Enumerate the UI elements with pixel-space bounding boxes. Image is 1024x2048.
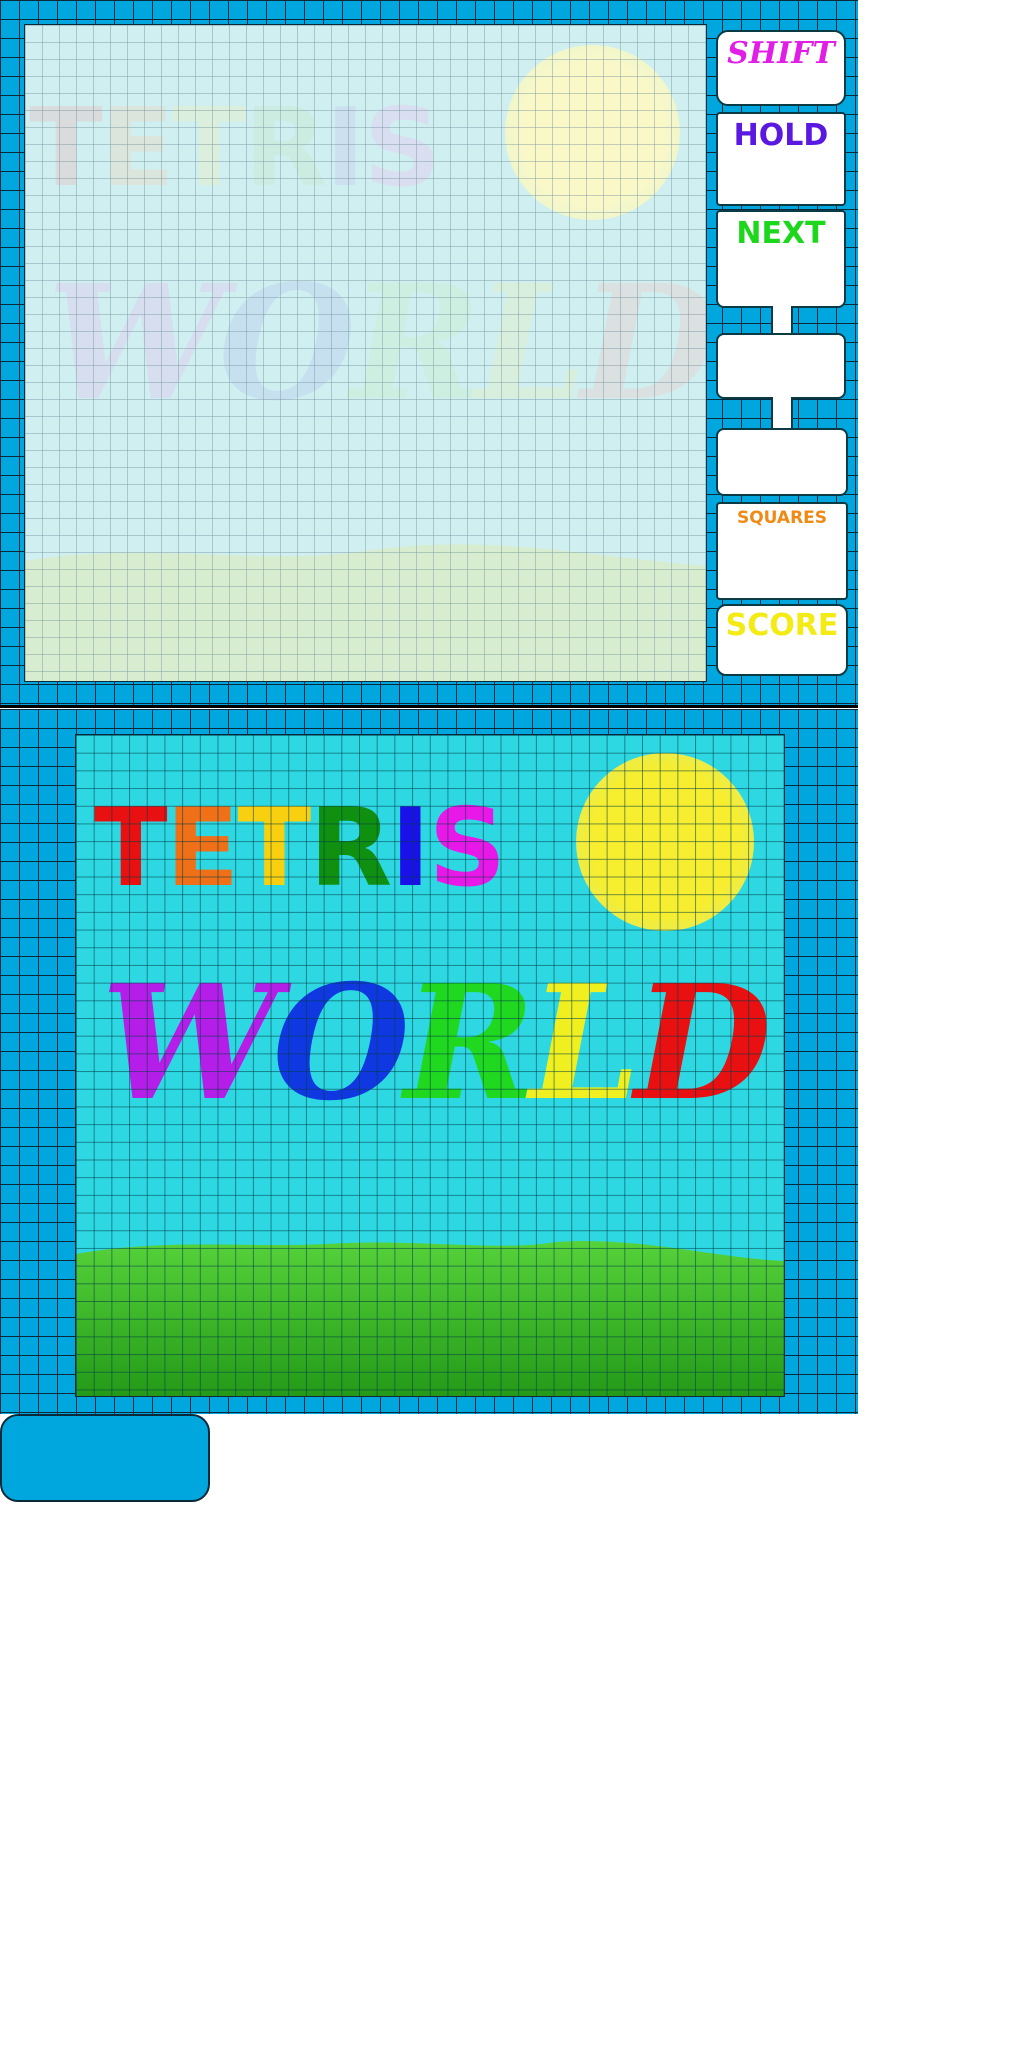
title-tetris-faded: TETRIS — [29, 86, 441, 211]
title-letter: T — [237, 786, 311, 911]
title-letter: R — [350, 251, 481, 436]
title-letter: W — [47, 251, 224, 436]
squares-box: SQUARES — [716, 502, 848, 600]
shift-button[interactable]: SHIFT — [716, 30, 846, 106]
title-letter: E — [165, 786, 240, 911]
playfield[interactable]: TETRIS WORLD — [24, 24, 707, 682]
squares-label: SQUARES — [736, 508, 828, 528]
title-letter: T — [29, 86, 103, 211]
title-letter: I — [390, 786, 430, 911]
game-board-panel: TETRIS WORLD SHIFT HOLD NEXT SQUARES SCO… — [0, 0, 858, 708]
title-letter: D — [634, 951, 772, 1136]
title-letter: W — [101, 951, 278, 1136]
start-button[interactable] — [0, 1414, 210, 1502]
hold-label: HOLD — [733, 118, 829, 153]
title-letter: R — [309, 786, 392, 911]
score-label: SCORE — [725, 608, 839, 643]
title-world: WORLD — [101, 951, 772, 1136]
sun-graphic — [505, 45, 680, 220]
title-letter: O — [272, 951, 410, 1136]
title-letter: R — [244, 86, 327, 211]
title-letter: S — [428, 786, 506, 911]
next-connector — [771, 397, 793, 430]
title-letter: I — [325, 86, 365, 211]
next-label: NEXT — [736, 216, 826, 251]
grass-hills-graphic — [76, 1240, 784, 1396]
next-queue-slot — [716, 333, 846, 399]
score-box: SCORE — [716, 604, 848, 676]
title-screen[interactable]: TETRIS WORLD — [75, 734, 785, 1397]
title-letter: T — [172, 86, 246, 211]
title-world-faded: WORLD — [47, 251, 707, 436]
title-letter: L — [529, 951, 640, 1136]
title-letter: S — [363, 86, 441, 211]
title-letter: L — [475, 251, 586, 436]
title-letter: E — [100, 86, 175, 211]
shift-label: SHIFT — [727, 36, 835, 71]
title-tetris: TETRIS — [94, 786, 506, 911]
title-letter: R — [404, 951, 535, 1136]
title-letter: T — [94, 786, 168, 911]
hold-box[interactable]: HOLD — [716, 112, 846, 206]
next-box: NEXT — [716, 210, 846, 308]
next-connector — [771, 306, 793, 335]
sidebar: SHIFT HOLD NEXT SQUARES SCORE — [716, 28, 850, 678]
title-letter: D — [580, 251, 707, 436]
grass-hills-graphic — [25, 544, 706, 681]
next-queue-slot — [716, 428, 848, 496]
title-screen-panel: TETRIS WORLD — [0, 709, 858, 1414]
sun-graphic — [576, 753, 754, 931]
title-letter: O — [218, 251, 356, 436]
